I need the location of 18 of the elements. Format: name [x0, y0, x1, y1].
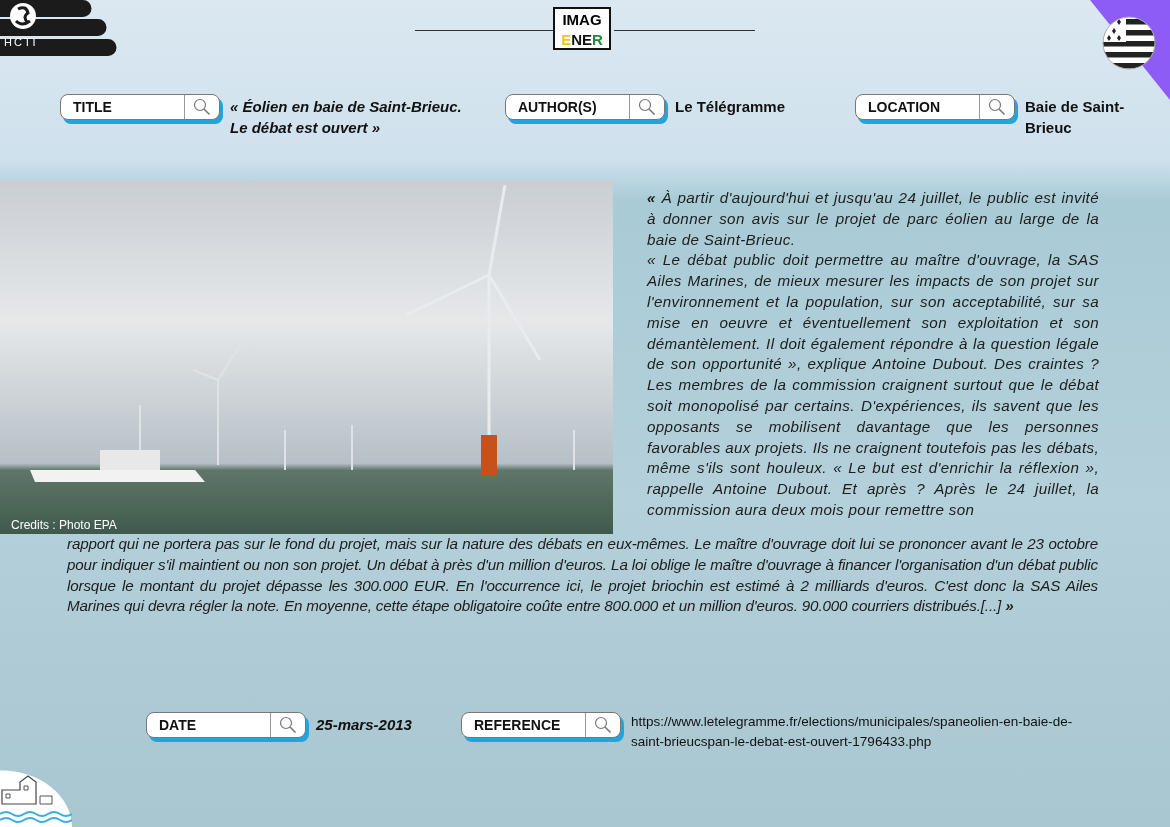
article-paragraph: « À partir d'aujourd'hui et jusqu'au 24 juillet, le public est invité à donner son avis sur le projet de parc éolien au large de la baie de Saint-Brieuc.: [647, 188, 1099, 250]
field-value: Baie de Saint-Brieuc: [1025, 97, 1126, 138]
logo-text: HCTI: [4, 36, 38, 48]
field-label: TITLE: [72, 99, 113, 115]
logo-letters: NE: [571, 31, 592, 48]
article-paragraph: « Le débat public doit permettre au maître d'ouvrage, la SAS Ailes Marines, de mieux mesurer les impacts de son projet sur l'environnement et la population, sur son acceptabilité, sur sa mise en oeuvre et éventuellement son exploitation et son démantèlement. Il doit également répondre à la question légale de son opportunité », explique Antoine Dubout. Des craintes ? Les membres de la commission craignent surtout que le débat soit monopolisé par certains. D'expériences, ils savent que les opposants se mobilisent davantage que les personnes favorables aux projets. Ils ne craignent toutefois pas les débats, même s'ils sont houleux. « Le but est d'enrichir la réflexion », rappelle Antoine Dubout. Et après ? Après le 24 juillet, la commission aura deux mois pour remettre son: [647, 250, 1099, 520]
logo-letters: R: [592, 31, 603, 48]
field-label: AUTHOR(S): [517, 99, 598, 115]
logo-letters: E: [561, 31, 572, 48]
field-value: 25-mars-2013: [316, 715, 413, 735]
field-value: Le Télégramme: [675, 97, 787, 117]
field-label: DATE: [158, 717, 198, 733]
article-paragraph: rapport qui ne portera pas sur le fond du projet, mais sur la nature des débats en eux-mêmes. Le maître d'ouvrage doit lui se prononcer avant le 23 octobre pour indiquer s'il maintient ou non son projet. Un débat à près d'un million d'euros. La loi oblige le maître d'ouvrage à financer l'organisation d'un débat public lorsque le montant du projet dépasse les 300.000 EUR. En l'occurrence ici, le projet briochin est estimé à 2 milliards d'euros. C'est donc la SAS Ailes Marines qui devra régler la note. En moyenne, cette étape obligatoire coûte entre 800.000 et un million d'euros. 90.000 courriers distribués.[...] »: [67, 534, 1098, 617]
photo-credit: Credits : Photo EPA: [11, 518, 117, 532]
imagener-logo: IMAG ENER: [553, 7, 611, 50]
field-label: LOCATION: [867, 99, 942, 115]
field-label: REFERENCE: [473, 717, 562, 733]
field-value: « Éolien en baie de Saint-Brieuc. Le débat est ouvert »: [230, 97, 463, 138]
